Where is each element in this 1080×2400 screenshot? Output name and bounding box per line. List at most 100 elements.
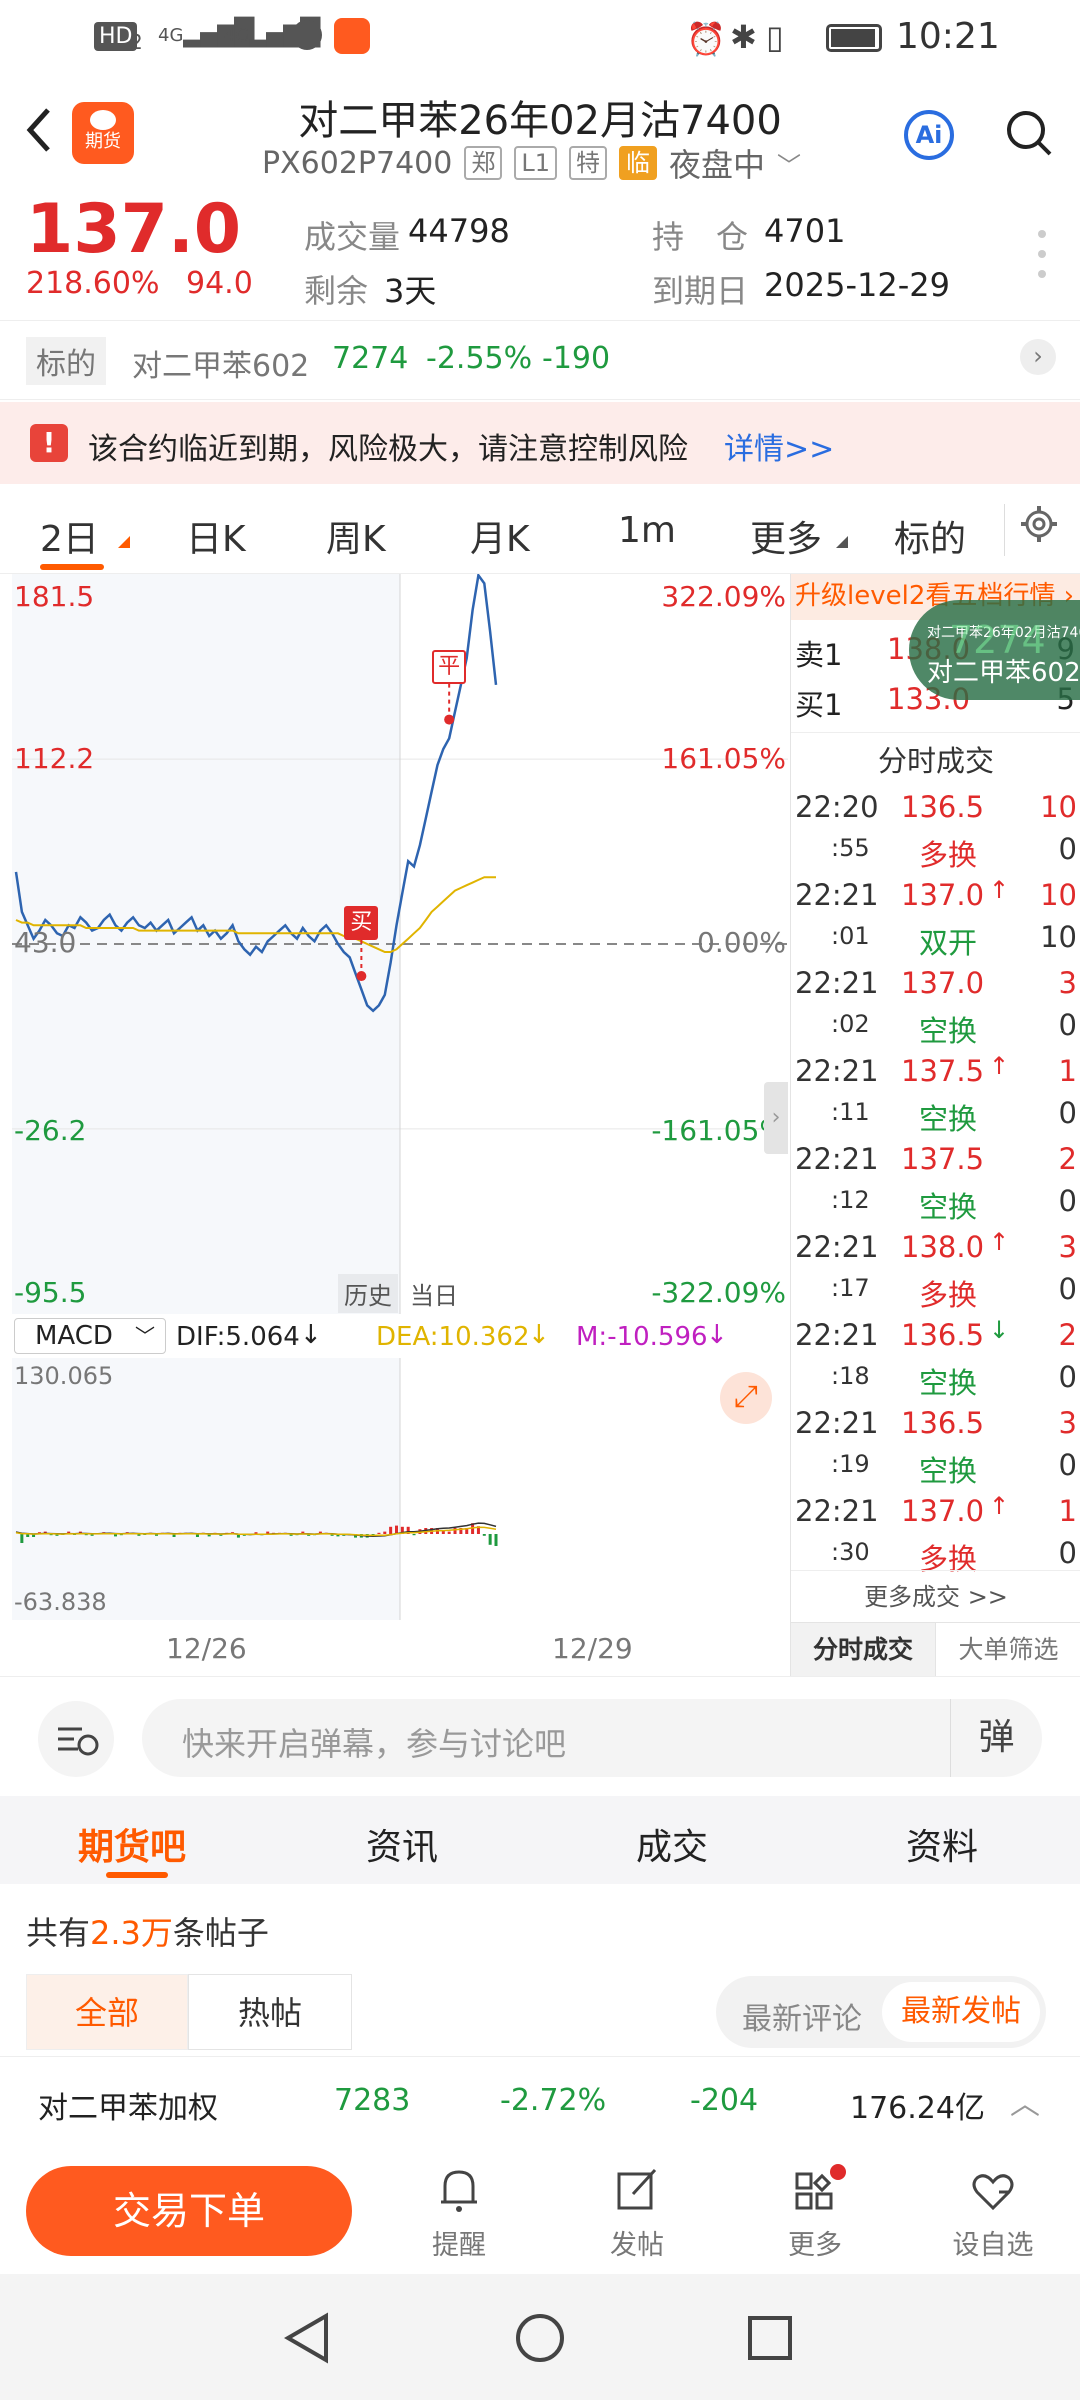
fullscreen-icon[interactable]: ⤢ <box>720 1372 772 1424</box>
tab-underlying[interactable]: 标的 <box>894 510 966 562</box>
remain-value: 3天 <box>384 272 437 310</box>
search-button[interactable] <box>1004 108 1056 160</box>
macd-bar <box>453 1528 457 1534</box>
barrage-toggle-button[interactable] <box>38 1701 114 1777</box>
more-vertical-icon[interactable] <box>1038 230 1048 278</box>
trade-row: 22:21 137.5 ↑ 1:11 空换 0 <box>791 1052 1080 1140</box>
warning-details-link[interactable]: 详情>> <box>724 424 834 468</box>
filter-hot[interactable]: 热帖 <box>188 1974 352 2050</box>
macd-header: MACD ﹀ DIF:5.064 ↓ DEA:10.362 ↓ M:-10.596… <box>12 1314 788 1358</box>
nav-back-button[interactable] <box>280 2310 336 2366</box>
trade-arrow-icon: ↑ <box>989 1052 1010 1080</box>
heart-plus-icon <box>972 2174 1014 2211</box>
tab-monthly-k[interactable]: 月K <box>470 510 530 562</box>
macd-chart[interactable]: 130.065 -63.838 ⤢ <box>12 1358 788 1620</box>
trade-type: 空换 <box>919 1014 978 1048</box>
barrage-icon <box>58 1727 99 1756</box>
trade-time: 22:21 <box>795 878 879 912</box>
trade-volume: 3 <box>1058 1406 1077 1440</box>
underlying-price: 7274 <box>332 341 409 376</box>
trade-volume: 10 <box>1040 790 1077 824</box>
filter-all[interactable]: 全部 <box>26 1974 188 2050</box>
trade-arrow-icon: ↑ <box>989 1228 1010 1256</box>
contract-subtitle[interactable]: PX602P7400 郑 L1 特 临 夜盘中 ﹀ <box>262 140 801 186</box>
barrage-placeholder: 快来开启弹幕，参与讨论吧 <box>182 1725 567 1763</box>
trade-price: 137.0 <box>901 966 985 1000</box>
alert-button[interactable]: 提醒 <box>404 2164 514 2262</box>
alarm-icon: ⏰ <box>686 20 726 58</box>
barrage-input[interactable]: 快来开启弹幕，参与讨论吧 弹 <box>142 1699 1042 1777</box>
x-tick: 12/26 <box>166 1632 247 1665</box>
y-left-tick: -95.5 <box>14 1276 87 1309</box>
chevron-right-icon: › <box>1020 339 1056 375</box>
trade-type: 空换 <box>919 1366 978 1400</box>
y-left-tick: 112.2 <box>14 742 95 775</box>
trade-row: 22:21 136.5 3:19 空换 0 <box>791 1404 1080 1492</box>
trade-seconds: :01 <box>831 922 870 950</box>
trade-order-button[interactable]: 交易下单 <box>26 2166 352 2256</box>
tab-profile[interactable]: 资料 <box>906 1818 978 1870</box>
tab-ticks[interactable]: 分时成交 <box>791 1622 935 1676</box>
sort-latest-post[interactable]: 最新发帖 <box>882 1982 1040 2042</box>
more-label: 更多 <box>788 2230 842 2261</box>
underlying-percent: -2.55% <box>426 341 533 376</box>
trade-row: 22:21 136.5 ↓ 2:18 空换 0 <box>791 1316 1080 1404</box>
trade-arrow-icon: ↑ <box>989 1492 1010 1520</box>
chevron-up-icon[interactable]: ︿ <box>1010 2079 1040 2123</box>
tab-weekly-k[interactable]: 周K <box>326 510 386 562</box>
sort-latest-comment[interactable]: 最新评论 <box>742 1994 862 2038</box>
nav-recents-button[interactable] <box>742 2310 798 2366</box>
tab-2day[interactable]: 2日 <box>40 510 99 562</box>
expand-handle[interactable]: › <box>764 1082 788 1154</box>
chart-svg[interactable] <box>12 574 788 1314</box>
history-label: 历史 <box>338 1274 398 1313</box>
trade-price: 136.5 <box>901 1318 985 1352</box>
weighted-index-row[interactable]: 对二甲苯加权 7283 -2.72% -204 176.24亿 ︿ <box>0 2056 1080 2146</box>
more-button[interactable]: 更多 <box>760 2164 870 2262</box>
post-count-suffix: 条帖子 <box>172 1914 269 1952</box>
trade-seconds: :30 <box>831 1538 870 1566</box>
tab-daily-k[interactable]: 日K <box>186 510 246 562</box>
add-watchlist-button[interactable]: 设自选 <box>938 2164 1048 2262</box>
trade-type: 多换 <box>919 1278 978 1312</box>
y-left-tick: 181.5 <box>14 580 95 613</box>
volume-value: 44798 <box>408 212 510 250</box>
tab-large-orders[interactable]: 大单筛选 <box>935 1622 1080 1676</box>
battery-icon <box>826 24 882 52</box>
post-button[interactable]: 发帖 <box>582 2164 692 2262</box>
ai-button[interactable]: Ai <box>904 110 954 160</box>
session-status: 夜盘中 <box>668 146 765 184</box>
tab-deals[interactable]: 成交 <box>636 1818 708 1870</box>
marker-buy[interactable]: 买 <box>344 906 379 941</box>
expiring-tag: 临 <box>618 146 657 180</box>
trade-type: 双开 <box>919 926 978 960</box>
underlying-row[interactable]: 标的 对二甲苯602 7274 -2.55% -190 › <box>0 320 1080 400</box>
add-watchlist-label: 设自选 <box>952 2230 1034 2261</box>
post-count-prefix: 共有 <box>26 1914 91 1952</box>
status-bar: HD 2 4G▂▄▆█ 4G▂▄▆█ ⏰ ✱ ▯ 10:21 <box>0 0 1080 78</box>
more-trades-link[interactable]: 更多成交 >> <box>791 1570 1080 1622</box>
trade-type-volume: 0 <box>1058 1272 1077 1306</box>
settings-button[interactable] <box>1004 504 1057 556</box>
floating-underlying-badge[interactable]: 对二甲苯26年02月沽7400 7274 对二甲苯602 <box>909 600 1080 700</box>
trade-volume: 2 <box>1058 1142 1077 1176</box>
barrage-send-button[interactable]: 弹 <box>950 1699 1042 1777</box>
tab-more[interactable]: 更多 <box>750 510 822 562</box>
macd-bar <box>377 1532 381 1534</box>
tab-futures-forum[interactable]: 期货吧 <box>78 1818 186 1870</box>
action-bar: 交易下单 提醒 发帖 更多 设自选 <box>0 2146 1080 2274</box>
intraday-chart[interactable]: 181.5 112.2 43.0 -26.2 -95.5 322.09% 161… <box>12 574 788 1314</box>
trade-price: 136.5 <box>901 790 985 824</box>
risk-warning[interactable]: ! 该合约临近到期，风险极大，请注意控制风险 详情>> <box>0 402 1080 484</box>
nav-home-button[interactable] <box>512 2310 568 2366</box>
trade-time: 22:21 <box>795 1406 879 1440</box>
tab-1m[interactable]: 1m <box>618 510 676 551</box>
tab-news[interactable]: 资讯 <box>366 1818 438 1870</box>
posts-section: 共有2.3万条帖子 全部 热帖 最新评论 最新发帖 <box>0 1884 1080 2054</box>
marker-close[interactable]: 平 <box>432 649 467 684</box>
special-tag: 特 <box>568 146 607 180</box>
indicator-select[interactable]: MACD ﹀ <box>14 1318 166 1354</box>
y-right-tick: 322.09% <box>661 580 786 613</box>
trade-arrow-icon: ↓ <box>989 1316 1010 1344</box>
post-label: 发帖 <box>610 2230 664 2261</box>
